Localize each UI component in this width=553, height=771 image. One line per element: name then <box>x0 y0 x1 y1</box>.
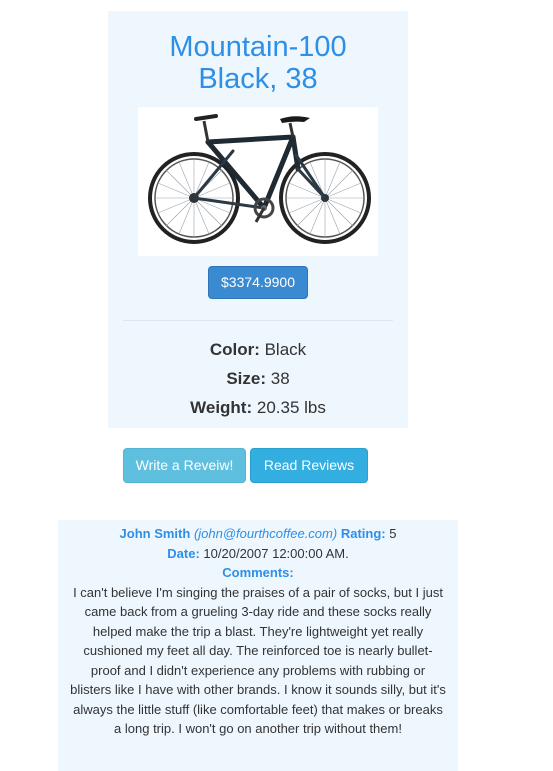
spec-color: Color: Black <box>108 339 408 368</box>
product-specs: Color: Black Size: 38 Weight: 20.35 lbs <box>108 339 408 426</box>
price-button[interactable]: $3374.9900 <box>208 266 308 299</box>
date-value: 10/20/2007 12:00:00 AM. <box>203 545 349 561</box>
spec-size-label: Size: <box>226 369 267 388</box>
spec-size-value: 38 <box>270 369 290 388</box>
review-card: John Smith (john@fourthcoffee.com) Ratin… <box>58 520 458 771</box>
product-card: Mountain-100 Black, 38 $3374.9900 Color:… <box>108 11 408 428</box>
rating-value: 5 <box>389 526 397 541</box>
product-title-line2: Black, 38 <box>198 63 318 95</box>
review-date: Date: 10/20/2007 12:00:00 AM. <box>58 544 458 564</box>
date-label: Date: <box>167 545 200 561</box>
comments-label: Comments: <box>222 565 294 580</box>
bicycle-image <box>148 114 371 244</box>
spec-weight: Weight: 20.35 lbs <box>108 397 408 426</box>
reviewer-name: John Smith <box>119 526 191 541</box>
rating-label: Rating: <box>340 526 386 541</box>
product-title-line1: Mountain-100 <box>169 31 347 63</box>
product-image <box>138 107 378 256</box>
review-comments: I can't believe I'm singing the praises … <box>70 584 446 737</box>
divider <box>123 320 393 321</box>
spec-size: Size: 38 <box>108 368 408 397</box>
read-reviews-button[interactable]: Read Reviews <box>250 448 368 483</box>
product-title: Mountain-100 Black, 38 <box>108 31 408 95</box>
reviewer-email[interactable]: (john@fourthcoffee.com) <box>194 526 337 541</box>
spec-color-value: Black <box>264 340 307 359</box>
write-review-button[interactable]: Write a Reveiw! <box>123 448 246 483</box>
spec-weight-value: 20.35 lbs <box>256 398 326 417</box>
review-header: John Smith (john@fourthcoffee.com) Ratin… <box>58 524 458 544</box>
spec-weight-label: Weight: <box>190 398 253 417</box>
spec-color-label: Color: <box>209 340 260 359</box>
